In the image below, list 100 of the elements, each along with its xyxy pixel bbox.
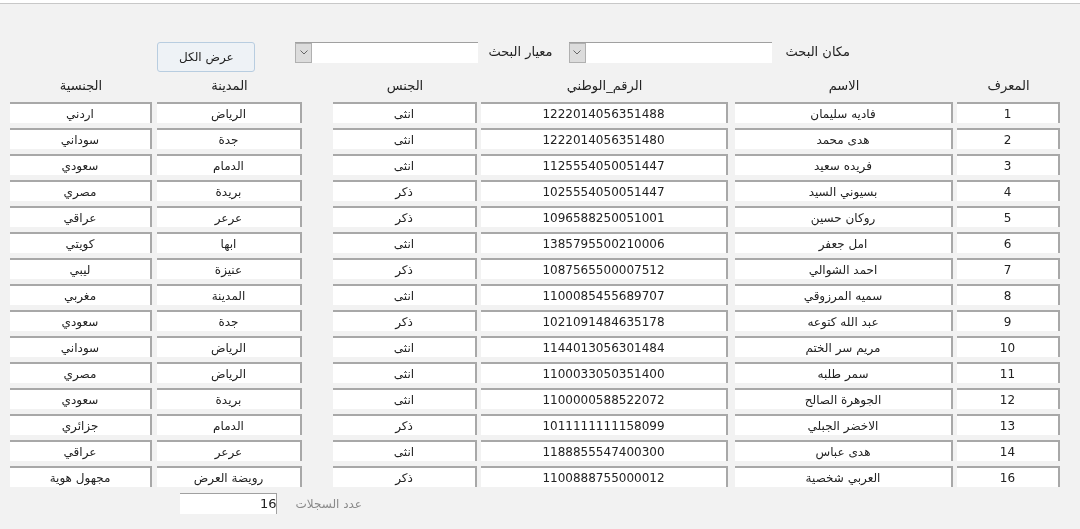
table-cell: 4	[957, 180, 1060, 201]
table-cell: احمد الشوالي	[735, 258, 953, 279]
column-header: الجنسية	[59, 77, 103, 96]
table-cell: 8	[957, 284, 1060, 305]
table-cell: انثى	[333, 336, 477, 357]
column-header: الجنس	[386, 77, 424, 96]
table-cell: العربي شخصية	[735, 466, 953, 487]
table-cell: الاخضر الجبلي	[735, 414, 953, 435]
table-cell: 1385795500210006	[481, 232, 728, 253]
table-cell: انثى	[333, 284, 477, 305]
table-cell: 1087565500007512	[481, 258, 728, 279]
table-cell: هدى محمد	[735, 128, 953, 149]
table-cell: انثى	[333, 362, 477, 383]
table-cell: الدمام	[157, 154, 302, 175]
table-cell: 1100000588522072	[481, 388, 728, 409]
table-cell: بريدة	[157, 180, 302, 201]
table-cell: 1125554050051447	[481, 154, 728, 175]
table-cell: عراقي	[10, 440, 152, 461]
column-header: المعرف	[987, 77, 1030, 96]
table-cell: ذكر	[333, 258, 477, 279]
table-cell: سوداني	[10, 128, 152, 149]
table-cell: انثى	[333, 388, 477, 409]
table-cell: هدى عباس	[735, 440, 953, 461]
table-cell: رويضة العرض	[157, 466, 302, 487]
table-cell: اردني	[10, 102, 152, 123]
table-cell: الجوهرة الصالح	[735, 388, 953, 409]
record-count-field[interactable]: 16	[180, 493, 278, 514]
table-cell: 1021091484635178	[481, 310, 728, 331]
table-cell: المدينة	[157, 284, 302, 305]
table-cell: مغربي	[10, 284, 152, 305]
dropdown-field[interactable]	[295, 41, 479, 63]
chevron-icon	[295, 42, 313, 63]
table-cell: 1025554050051447	[481, 180, 728, 201]
table-cell: 1144013056301484	[481, 336, 728, 357]
table-cell: سعودي	[10, 388, 152, 409]
search-criteria-label: معيار البحث	[488, 43, 553, 62]
table-cell: 11	[957, 362, 1060, 383]
table-cell: سمر طلبه	[735, 362, 953, 383]
table-cell: 1096588250051001	[481, 206, 728, 227]
table-cell: انثى	[333, 102, 477, 123]
table-cell: 1100888755000012	[481, 466, 728, 487]
table-cell: 9	[957, 310, 1060, 331]
column-header: الاسم	[828, 77, 860, 96]
table-cell: عبد الله كتوعه	[735, 310, 953, 331]
table-cell: 7	[957, 258, 1060, 279]
table-cell: 12	[957, 388, 1060, 409]
table-cell: ذكر	[333, 310, 477, 331]
search-place-label: مكان البحث	[785, 43, 850, 62]
table-cell: 14	[957, 440, 1060, 461]
column-header: الرقم_الوطني	[566, 77, 643, 96]
table-cell: 6	[957, 232, 1060, 253]
table-cell: سعودي	[10, 310, 152, 331]
table-cell: 1188855547400300	[481, 440, 728, 461]
table-cell: بسيوني السيد	[735, 180, 953, 201]
table-cell: انثى	[333, 232, 477, 253]
table-cell: مصري	[10, 362, 152, 383]
column-header: المدينة	[211, 77, 248, 96]
table-cell: انثى	[333, 440, 477, 461]
table-cell: الرياض	[157, 102, 302, 123]
table-cell: الدمام	[157, 414, 302, 435]
table-cell: 3	[957, 154, 1060, 175]
table-cell: 1100085455689707	[481, 284, 728, 305]
table-cell: جدة	[157, 310, 302, 331]
table-cell: عراقي	[10, 206, 152, 227]
table-cell: مصري	[10, 180, 152, 201]
table-cell: ذكر	[333, 206, 477, 227]
table-cell: عرعر	[157, 206, 302, 227]
table-cell: 13	[957, 414, 1060, 435]
table-cell: سميه المرزوقي	[735, 284, 953, 305]
table-cell: سعودي	[10, 154, 152, 175]
table-cell: مريم سر الختم	[735, 336, 953, 357]
table-cell: ذكر	[333, 466, 477, 487]
table-cell: 1	[957, 102, 1060, 123]
table-cell: جزائري	[10, 414, 152, 435]
table-cell: عنيزة	[157, 258, 302, 279]
show-all-button[interactable]: عرض الكل	[157, 42, 256, 72]
table-cell: ابها	[157, 232, 302, 253]
table-cell: امل جعفر	[735, 232, 953, 253]
table-cell: مجهول هوية	[10, 466, 152, 487]
table-cell: ذكر	[333, 414, 477, 435]
dropdown-field[interactable]	[568, 41, 772, 63]
table-cell: 1011111111158099	[481, 414, 728, 435]
table-cell: 1100033050351400	[481, 362, 728, 383]
table-cell: ذكر	[333, 180, 477, 201]
table-cell: 16	[957, 466, 1060, 487]
table-cell: بريدة	[157, 388, 302, 409]
table-cell: عرعر	[157, 440, 302, 461]
record-count-label: عدد السجلات	[295, 495, 362, 513]
table-cell: انثى	[333, 128, 477, 149]
table-cell: 10	[957, 336, 1060, 357]
table-cell: ليبي	[10, 258, 152, 279]
table-cell: جدة	[157, 128, 302, 149]
table-cell: 1222014056351488	[481, 102, 728, 123]
table-cell: انثى	[333, 154, 477, 175]
table-cell: فاديه سليمان	[735, 102, 953, 123]
table-cell: فريده سعيد	[735, 154, 953, 175]
table-cell: روكان حسين	[735, 206, 953, 227]
table-cell: الرياض	[157, 336, 302, 357]
table-cell: 2	[957, 128, 1060, 149]
table-cell: الرياض	[157, 362, 302, 383]
